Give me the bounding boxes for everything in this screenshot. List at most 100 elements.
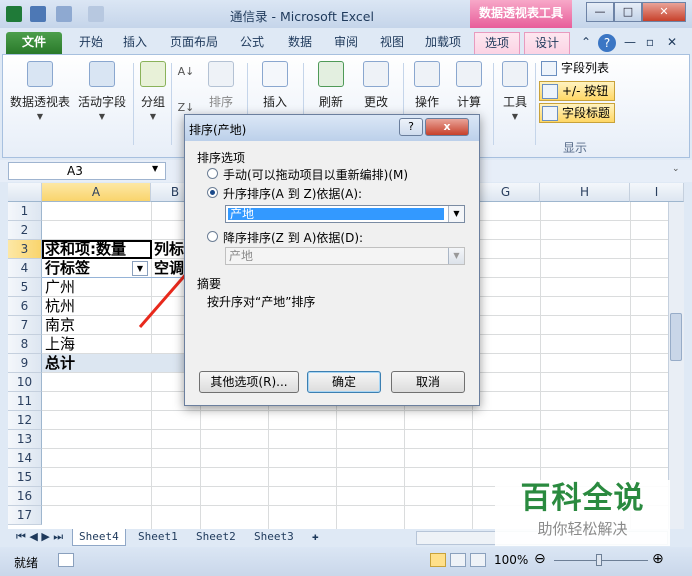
dialog-close-button[interactable]: x xyxy=(425,118,469,136)
ribbon-collapse-icon[interactable]: ⌃ xyxy=(578,32,594,54)
active-field-button[interactable]: 活动字段 ▼ xyxy=(75,61,129,121)
chevron-down-icon[interactable]: ▼ xyxy=(152,164,158,173)
sort-za-icon[interactable]: Z↓ xyxy=(175,101,197,114)
pivot-table-button[interactable]: 数据透视表 ▼ xyxy=(9,61,71,121)
doc-minimize-icon[interactable]: — xyxy=(622,32,638,54)
row-header[interactable]: 3 xyxy=(8,240,42,259)
tab-review[interactable]: 审阅 xyxy=(326,32,366,54)
tab-data[interactable]: 数据 xyxy=(280,32,320,54)
doc-close-icon[interactable]: ✕ xyxy=(664,32,680,54)
page-break-view-icon[interactable] xyxy=(470,553,486,567)
dialog-help-button[interactable]: ? xyxy=(399,118,423,136)
zoom-slider-thumb[interactable] xyxy=(596,554,602,566)
minimize-button[interactable]: — xyxy=(586,2,614,22)
more-options-button[interactable]: 其他选项(R)... xyxy=(199,371,299,393)
select-all-corner[interactable] xyxy=(8,183,42,202)
row-header[interactable]: 9 xyxy=(8,354,42,373)
row-header[interactable]: 1 xyxy=(8,202,42,221)
row-header[interactable]: 15 xyxy=(8,468,42,487)
ascending-field-select[interactable]: 产地 ▼ xyxy=(225,205,465,223)
maximize-button[interactable]: □ xyxy=(614,2,642,22)
zoom-out-icon[interactable]: ⊖ xyxy=(534,551,546,567)
macro-record-icon[interactable] xyxy=(58,553,74,567)
vertical-scrollbar[interactable] xyxy=(668,202,684,529)
vertical-scroll-thumb[interactable] xyxy=(670,313,682,361)
ok-button[interactable]: 确定 xyxy=(307,371,381,393)
sheet-tab[interactable]: Sheet4 xyxy=(72,529,126,546)
cancel-button[interactable]: 取消 xyxy=(391,371,465,393)
row-header[interactable]: 12 xyxy=(8,411,42,430)
zoom-level[interactable]: 100% xyxy=(494,553,528,567)
row-header[interactable]: 11 xyxy=(8,392,42,411)
row-header[interactable]: 16 xyxy=(8,487,42,506)
chevron-down-icon: ▼ xyxy=(98,112,106,121)
row-header[interactable]: 10 xyxy=(8,373,42,392)
sheet-tab[interactable]: Sheet1 xyxy=(132,529,184,546)
tab-page-layout[interactable]: 页面布局 xyxy=(164,32,224,54)
row-header[interactable]: 14 xyxy=(8,449,42,468)
slicer-icon xyxy=(262,61,288,87)
group-button[interactable]: 分组 ▼ xyxy=(137,61,169,121)
row-header[interactable]: 7 xyxy=(8,316,42,335)
row-header[interactable]: 5 xyxy=(8,278,42,297)
cell-a8[interactable]: 上海 xyxy=(45,335,75,354)
page-layout-view-icon[interactable] xyxy=(450,553,466,567)
column-header[interactable]: A xyxy=(42,183,151,202)
help-icon[interactable]: ? xyxy=(598,34,616,52)
descending-label[interactable]: 降序排序(Z 到 A)依据(D): xyxy=(223,229,363,246)
row-header[interactable]: 4 xyxy=(8,259,42,278)
cell-a6[interactable]: 杭州 xyxy=(45,297,75,316)
tab-view[interactable]: 视图 xyxy=(372,32,412,54)
row-header[interactable]: 2 xyxy=(8,221,42,240)
field-list-button[interactable]: 字段列表 xyxy=(539,59,615,79)
save-icon[interactable] xyxy=(30,6,46,22)
change-source-button[interactable]: 更改 xyxy=(355,61,397,110)
redo-icon[interactable] xyxy=(88,6,104,22)
row-header[interactable]: 6 xyxy=(8,297,42,316)
column-header[interactable]: H xyxy=(540,183,630,202)
tab-insert[interactable]: 插入 xyxy=(114,32,156,54)
name-box[interactable]: A3 xyxy=(8,162,166,180)
manual-label[interactable]: 手动(可以拖动项目以重新编排)(M) xyxy=(223,166,408,183)
calculate-button[interactable]: 计算 xyxy=(451,61,487,110)
row-header[interactable]: 17 xyxy=(8,506,42,525)
manual-radio[interactable] xyxy=(207,168,218,179)
ascending-radio[interactable] xyxy=(207,187,218,198)
sheet-tab[interactable]: Sheet2 xyxy=(190,529,242,546)
tab-addins[interactable]: 加载项 xyxy=(418,32,468,54)
refresh-button[interactable]: 刷新 xyxy=(311,61,351,110)
column-header[interactable]: I xyxy=(630,183,684,202)
close-button[interactable]: ✕ xyxy=(642,2,686,22)
insert-slicer-button[interactable]: 插入 xyxy=(253,61,297,110)
tools-button[interactable]: 工具 ▼ xyxy=(497,61,533,121)
cell-a4[interactable]: 行标签 xyxy=(45,259,90,278)
cell-a9[interactable]: 总计 xyxy=(45,354,75,373)
chevron-down-icon[interactable]: ▼ xyxy=(448,206,464,222)
column-header[interactable]: G xyxy=(472,183,540,202)
tab-home[interactable]: 开始 xyxy=(70,32,112,54)
sort-az-icon[interactable]: A↓ xyxy=(175,65,197,78)
tab-file[interactable]: 文件 xyxy=(6,32,62,54)
row-header[interactable]: 13 xyxy=(8,430,42,449)
row-header[interactable]: 8 xyxy=(8,335,42,354)
zoom-in-icon[interactable]: ⊕ xyxy=(652,551,664,567)
tab-options[interactable]: 选项 xyxy=(474,32,520,54)
cell-a3[interactable]: 求和项:数量 xyxy=(45,240,126,259)
normal-view-icon[interactable] xyxy=(430,553,446,567)
sheet-nav-arrows-icon[interactable]: ⏮ ◀ ▶ ⏭ xyxy=(10,529,69,546)
descending-radio[interactable] xyxy=(207,231,218,242)
field-headers-toggle[interactable]: 字段标题 xyxy=(539,103,615,123)
plus-minus-buttons-toggle[interactable]: +/- 按钮 xyxy=(539,81,615,101)
cell-a7[interactable]: 南京 xyxy=(45,316,75,335)
insert-sheet-icon[interactable]: ✚ xyxy=(306,529,325,546)
cell-a5[interactable]: 广州 xyxy=(45,278,75,297)
tab-design[interactable]: 设计 xyxy=(524,32,570,54)
sort-button[interactable]: 排序 xyxy=(201,61,241,110)
doc-restore-icon[interactable]: ▫ xyxy=(642,32,658,54)
tab-formulas[interactable]: 公式 xyxy=(232,32,272,54)
actions-button[interactable]: 操作 xyxy=(409,61,445,110)
expand-formula-icon[interactable]: ⌄ xyxy=(672,164,680,174)
sheet-tab[interactable]: Sheet3 xyxy=(248,529,300,546)
undo-icon[interactable] xyxy=(56,6,72,22)
ascending-label[interactable]: 升序排序(A 到 Z)依据(A): xyxy=(223,185,362,202)
